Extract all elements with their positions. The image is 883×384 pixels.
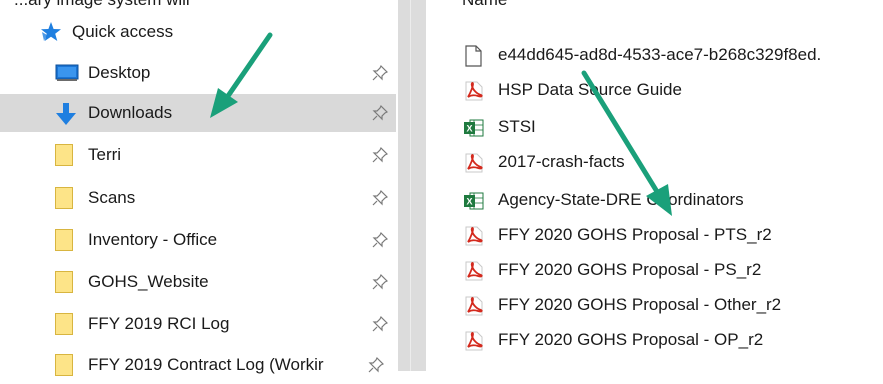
- pdf-file-icon: [463, 80, 485, 102]
- folder-icon: [55, 229, 77, 251]
- pin-icon[interactable]: [372, 146, 389, 163]
- file-row[interactable]: HSP Data Source Guide: [426, 73, 883, 109]
- file-row[interactable]: FFY 2020 GOHS Proposal - PTS_r2: [426, 218, 883, 254]
- file-row[interactable]: FFY 2020 GOHS Proposal - Other_r2: [426, 288, 883, 324]
- pdf-file-icon: [463, 225, 485, 247]
- sidebar-item-label: FFY 2019 Contract Log (Workir: [88, 355, 324, 374]
- sidebar-item-quick-access[interactable]: Quick access: [0, 13, 396, 51]
- folder-icon: [55, 313, 77, 335]
- pdf-file-icon: [463, 330, 485, 352]
- file-name: STSI: [498, 117, 536, 136]
- file-row[interactable]: X Agency-State-DRE Coordinators: [426, 183, 883, 219]
- sidebar-item-inventory-office[interactable]: Inventory - Office: [0, 221, 396, 259]
- pin-icon[interactable]: [372, 231, 389, 248]
- sidebar-item-label: Quick access: [72, 22, 174, 41]
- file-list: e44dd645-ad8d-4533-ace7-b268c329f8ed. HS…: [426, 0, 883, 371]
- file-row[interactable]: X STSI: [426, 110, 883, 146]
- pdf-file-icon: [463, 260, 485, 282]
- pin-icon[interactable]: [372, 64, 389, 81]
- excel-file-icon: X: [463, 190, 485, 212]
- star-icon: [40, 21, 62, 43]
- file-row[interactable]: FFY 2020 GOHS Proposal - PS_r2: [426, 253, 883, 289]
- desktop-icon: [55, 62, 79, 84]
- file-name: Agency-State-DRE Coordinators: [498, 190, 744, 209]
- pin-icon[interactable]: [372, 189, 389, 206]
- sidebar-item-label: Scans: [88, 188, 136, 207]
- file-row[interactable]: FFY 2020 GOHS Proposal - OP_r2: [426, 323, 883, 359]
- folder-icon: [55, 354, 77, 376]
- sidebar-item-label: Inventory - Office: [88, 230, 218, 249]
- svg-text:X: X: [466, 124, 472, 134]
- pdf-file-icon: [463, 152, 485, 174]
- sidebar-item-label: Desktop: [88, 63, 151, 82]
- sidebar-item-label: Downloads: [88, 103, 173, 122]
- pin-icon[interactable]: [372, 315, 389, 332]
- pin-icon[interactable]: [372, 104, 389, 121]
- file-name: 2017-crash-facts: [498, 152, 625, 171]
- file-name: FFY 2020 GOHS Proposal - PTS_r2: [498, 225, 772, 244]
- file-name: FFY 2020 GOHS Proposal - OP_r2: [498, 330, 764, 349]
- sidebar-item-scans[interactable]: Scans: [0, 179, 396, 217]
- excel-file-icon: X: [463, 117, 485, 139]
- sidebar-item-label: GOHS_Website: [88, 272, 209, 291]
- pin-icon[interactable]: [372, 273, 389, 290]
- file-row[interactable]: 2017-crash-facts: [426, 145, 883, 181]
- sidebar-item-terri[interactable]: Terri: [0, 136, 396, 174]
- folder-icon: [55, 187, 77, 209]
- download-arrow-icon: [55, 102, 77, 125]
- blank-file-icon: [463, 45, 485, 67]
- sidebar-item-downloads[interactable]: Downloads: [0, 94, 396, 132]
- pdf-file-icon: [463, 295, 485, 317]
- sidebar-item-desktop[interactable]: Desktop: [0, 54, 396, 92]
- folder-icon: [55, 144, 77, 166]
- svg-text:X: X: [466, 197, 472, 207]
- sidebar-item-label: FFY 2019 RCI Log: [88, 314, 230, 333]
- file-row[interactable]: e44dd645-ad8d-4533-ace7-b268c329f8ed.: [426, 38, 883, 74]
- navigation-pane-scrollbar[interactable]: [398, 0, 426, 371]
- file-name: FFY 2020 GOHS Proposal - Other_r2: [498, 295, 782, 314]
- sidebar-item-ffy-2019-rci-log[interactable]: FFY 2019 RCI Log: [0, 305, 396, 343]
- file-name: FFY 2020 GOHS Proposal - PS_r2: [498, 260, 762, 279]
- sidebar-item-gohs-website[interactable]: GOHS_Website: [0, 263, 396, 301]
- navigation-pane: Quick access Desktop Downloads Terri Sca…: [0, 0, 398, 376]
- file-name: e44dd645-ad8d-4533-ace7-b268c329f8ed.: [498, 45, 822, 64]
- sidebar-item-label: Terri: [88, 145, 122, 164]
- sidebar-item-ffy-2019-contract-log[interactable]: FFY 2019 Contract Log (Workir: [0, 346, 396, 384]
- folder-icon: [55, 271, 77, 293]
- file-name: HSP Data Source Guide: [498, 80, 682, 99]
